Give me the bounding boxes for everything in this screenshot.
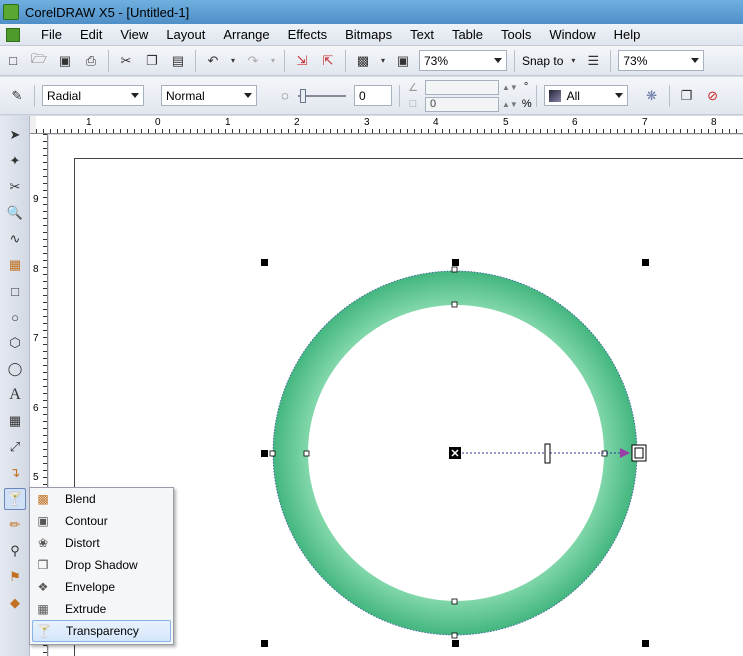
transparency-midpoint-handle[interactable]	[544, 443, 551, 464]
selection-handle-tl[interactable]	[261, 259, 268, 266]
flyout-item-label: Extrude	[65, 602, 107, 616]
node-handle[interactable]	[451, 632, 458, 639]
selection-handle-br[interactable]	[642, 640, 649, 647]
flyout-item-blend[interactable]: ▩ Blend	[32, 488, 171, 510]
flyout-item-extrude[interactable]: ▦ Extrude	[32, 598, 171, 620]
selection-handle-bm[interactable]	[452, 640, 459, 647]
flyout-item-transparency[interactable]: 🍸 Transparency	[32, 620, 171, 642]
flyout-item-envelope[interactable]: ❖ Envelope	[32, 576, 171, 598]
transparency-icon: 🍸	[36, 624, 52, 638]
extrude-icon: ▦	[37, 602, 49, 616]
envelope-icon: ❖	[37, 580, 49, 594]
flyout-item-label: Envelope	[65, 580, 116, 594]
flyout-item-distort[interactable]: ❀ Distort	[32, 532, 171, 554]
effects-flyout: ▩ Blend ▣ Contour ❀ Distort ❒ Drop Shado…	[29, 487, 174, 645]
flyout-item-label: Contour	[65, 514, 108, 528]
flyout-item-label: Transparency	[66, 624, 139, 638]
node-handle[interactable]	[269, 450, 276, 457]
contour-icon: ▣	[37, 514, 49, 528]
distort-icon: ❀	[37, 536, 49, 550]
node-handle[interactable]	[451, 301, 458, 308]
node-handle[interactable]	[303, 450, 310, 457]
flyout-item-label: Blend	[65, 492, 96, 506]
flyout-item-label: Drop Shadow	[65, 558, 138, 572]
flyout-item-drop-shadow[interactable]: ❒ Drop Shadow	[32, 554, 171, 576]
node-handle[interactable]	[451, 266, 458, 273]
selection-handle-ml[interactable]	[261, 450, 268, 457]
flyout-item-label: Distort	[65, 536, 100, 550]
flyout-item-contour[interactable]: ▣ Contour	[32, 510, 171, 532]
selection-handle-tm[interactable]	[452, 259, 459, 266]
transparency-end-handle-inner	[634, 447, 644, 459]
drop-shadow-icon: ❒	[37, 558, 49, 572]
blend-icon: ▩	[37, 492, 49, 506]
selection-handle-bl[interactable]	[261, 640, 268, 647]
selection-handle-tr[interactable]	[642, 259, 649, 266]
node-handle[interactable]	[451, 598, 458, 605]
